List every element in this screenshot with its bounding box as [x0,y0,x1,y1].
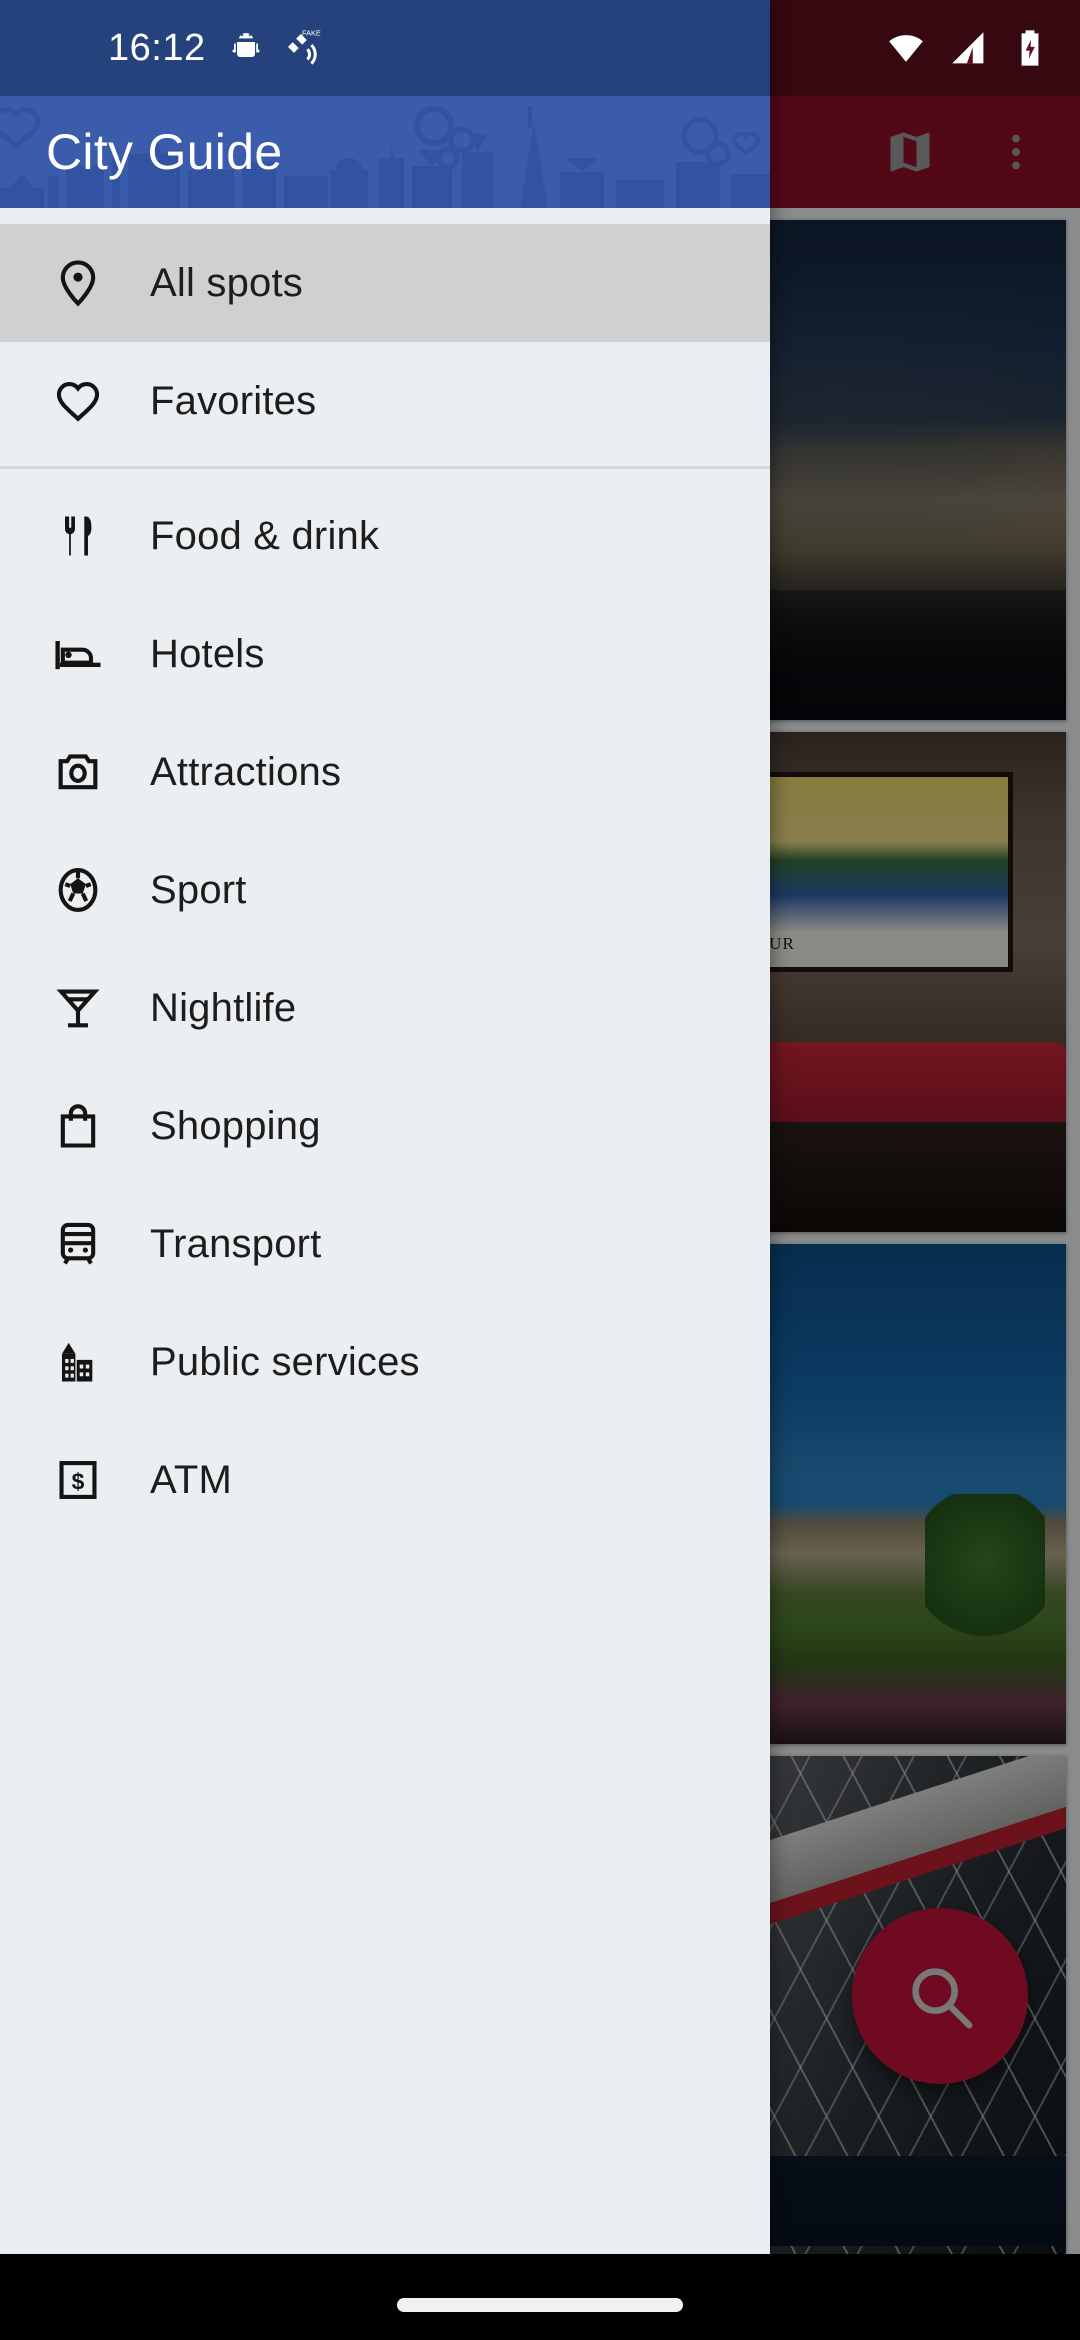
sidebar-item-transport[interactable]: Transport [0,1185,770,1303]
drawer-header: City Guide [0,96,770,208]
sidebar-item-label: Favorites [150,378,317,423]
sidebar-item-label: Sport [150,867,247,912]
sidebar-item-food-drink[interactable]: Food & drink [0,477,770,595]
shopping-bag-icon [44,1100,112,1152]
wifi-icon [889,35,923,62]
map-pin-icon [44,257,112,309]
sidebar-item-attractions[interactable]: Attractions [0,713,770,831]
sidebar-item-sport[interactable]: Sport [0,831,770,949]
page-title: City Guide [46,124,283,180]
battery-charging-icon [1021,30,1039,66]
status-bar: 16:12 FAKE [0,0,770,96]
sidebar-item-label: ATM [150,1457,233,1502]
sidebar-item-label: Shopping [150,1103,321,1148]
svg-text:$: $ [72,1468,85,1494]
fake-gps-satellite-icon: FAKE [287,28,321,65]
status-bar-right-icons [884,0,1052,96]
city-building-icon [44,1336,112,1388]
bus-icon [44,1218,112,1270]
sidebar-item-nightlife[interactable]: Nightlife [0,949,770,1067]
gesture-home-pill[interactable] [397,2298,683,2312]
gesture-navigation-bar [0,2254,1080,2340]
restaurant-icon [44,510,112,562]
cocktail-glass-icon [44,982,112,1034]
sidebar-item-label: Food & drink [150,513,380,558]
menu-divider [0,466,770,469]
soccer-ball-icon [44,864,112,916]
bed-icon [44,628,112,680]
status-bar-clock: 16:12 [108,27,206,69]
sidebar-item-hotels[interactable]: Hotels [0,595,770,713]
camera-icon [44,746,112,798]
sidebar-item-label: Public services [150,1339,420,1384]
navigation-drawer: 16:12 FAKE City Guide All spots Favorite… [0,0,770,2254]
sidebar-item-public-services[interactable]: Public services [0,1303,770,1421]
heart-icon [44,375,112,427]
atm-money-icon: $ [44,1454,112,1506]
sidebar-item-favorites[interactable]: Favorites [0,342,770,460]
sidebar-item-label: Hotels [150,631,265,676]
drawer-menu: All spots Favorites Food & drink Hotels … [0,208,770,1539]
svg-text:FAKE: FAKE [302,28,321,37]
sidebar-item-label: All spots [150,260,303,305]
sidebar-item-all-spots[interactable]: All spots [0,224,770,342]
cellular-signal-icon [952,32,984,64]
sidebar-item-label: Nightlife [150,985,297,1030]
sidebar-item-label: Attractions [150,749,342,794]
android-robot-icon [232,33,260,57]
sidebar-item-label: Transport [150,1221,322,1266]
status-bar-left-icons: FAKE [228,28,322,68]
drawer-scrim[interactable] [770,0,1080,2254]
phone-screen: Préfecture CÔTE D'AZUR Bistro Chic [0,0,1080,2340]
sidebar-item-atm[interactable]: $ ATM [0,1421,770,1539]
sidebar-item-shopping[interactable]: Shopping [0,1067,770,1185]
